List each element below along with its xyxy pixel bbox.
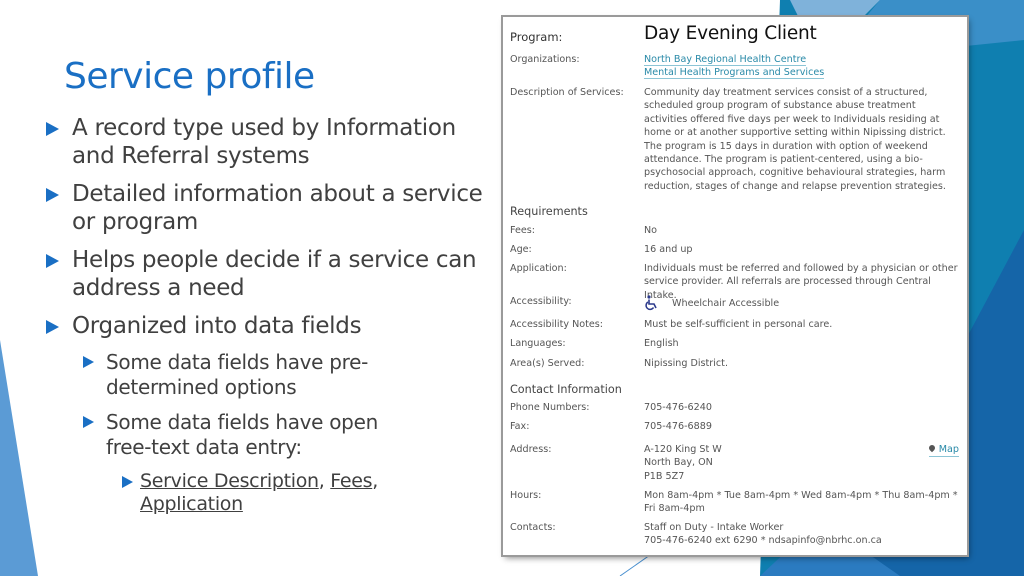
bullet-item: Detailed information about a service or … [44, 180, 484, 236]
languages-label: Languages: [510, 338, 566, 349]
hours-value: Mon 8am-4pm * Tue 8am-4pm * Wed 8am-4pm … [644, 490, 958, 515]
phone-value: 705-476-6240 [644, 402, 712, 413]
bullet-text: Helps people decide if a service can add… [72, 247, 477, 301]
fees-value: No [644, 225, 658, 236]
left-blue-wedge [0, 340, 38, 576]
separator: , [318, 470, 331, 492]
fax-value: 705-476-6889 [644, 421, 712, 432]
slide-title: Service profile [64, 56, 315, 97]
fees-link[interactable]: Fees [330, 470, 372, 492]
hours-label: Hours: [510, 490, 542, 501]
contacts-label: Contacts: [510, 522, 556, 533]
age-label: Age: [510, 244, 532, 255]
accessibility-notes-value: Must be self-sufficient in personal care… [644, 319, 833, 330]
bullet-triangle-icon [46, 188, 59, 202]
bullet-list: A record type used by Information and Re… [44, 114, 484, 516]
address-label: Address: [510, 444, 552, 455]
application-label: Application: [510, 263, 567, 274]
program-name: Day Evening Client [644, 23, 817, 44]
bullet-triangle-icon [83, 356, 94, 368]
contact-line: 705-476-6240 ext 6290 * ndsapinfo@nbrhc.… [644, 535, 882, 547]
sub-bullet-item: Some data fields have pre-determined opt… [44, 350, 374, 400]
service-profile-panel: Program: Day Evening Client Organization… [503, 17, 967, 555]
organization-link[interactable]: Mental Health Programs and Services [644, 67, 825, 80]
accessibility-notes-label: Accessibility Notes: [510, 319, 604, 330]
bullet-text: Organized into data fields [72, 313, 362, 339]
requirements-heading: Requirements [510, 205, 588, 218]
bullet-item: Helps people decide if a service can add… [44, 246, 484, 302]
map-pin-icon [927, 443, 936, 453]
languages-value: English [644, 338, 679, 349]
contact-line: Staff on Duty - Intake Worker [644, 522, 784, 533]
address-line: A-120 King St W [644, 444, 722, 455]
accessibility-label: Accessibility: [510, 296, 572, 307]
organizations-label: Organizations: [510, 54, 580, 65]
bullet-triangle-icon [83, 416, 94, 428]
phone-label: Phone Numbers: [510, 402, 590, 413]
address-line: P1B 5Z7 [644, 470, 685, 482]
description-label: Description of Services: [510, 87, 624, 98]
separator: , [372, 470, 378, 492]
map-label: Map [938, 444, 959, 455]
bullet-text: Some data fields have open free-text dat… [106, 410, 378, 459]
areas-label: Area(s) Served: [510, 358, 585, 369]
sub-bullet-item: Some data fields have open free-text dat… [44, 410, 414, 460]
fees-label: Fees: [510, 225, 536, 236]
bullet-text: A record type used by Information and Re… [72, 115, 456, 169]
bullet-triangle-icon [122, 476, 133, 488]
bullet-item: A record type used by Information and Re… [44, 114, 484, 170]
accessibility-value: Wheelchair Accessible [672, 298, 780, 309]
organization-link[interactable]: North Bay Regional Health Centre [644, 54, 807, 66]
areas-value: Nipissing District. [644, 358, 728, 369]
service-description-link[interactable]: Service Description [140, 470, 319, 492]
bullet-text: Detailed information about a service or … [72, 181, 483, 235]
sub-sub-bullet-item: Service Description, Fees, Application [44, 470, 424, 516]
bullet-text: Some data fields have pre-determined opt… [106, 350, 369, 399]
bullet-triangle-icon [46, 254, 59, 268]
wheelchair-icon [645, 295, 657, 311]
contact-heading: Contact Information [510, 383, 622, 396]
bullet-triangle-icon [46, 122, 59, 136]
map-link[interactable]: Map [927, 443, 959, 458]
bullet-item: Organized into data fields [44, 312, 374, 340]
bullet-triangle-icon [46, 320, 59, 334]
program-label: Program: [510, 30, 563, 44]
application-link[interactable]: Application [140, 493, 243, 515]
age-value: 16 and up [644, 244, 693, 255]
description-value: Community day treatment services consist… [644, 87, 946, 192]
fax-label: Fax: [510, 421, 530, 432]
address-line: North Bay, ON [644, 457, 713, 469]
